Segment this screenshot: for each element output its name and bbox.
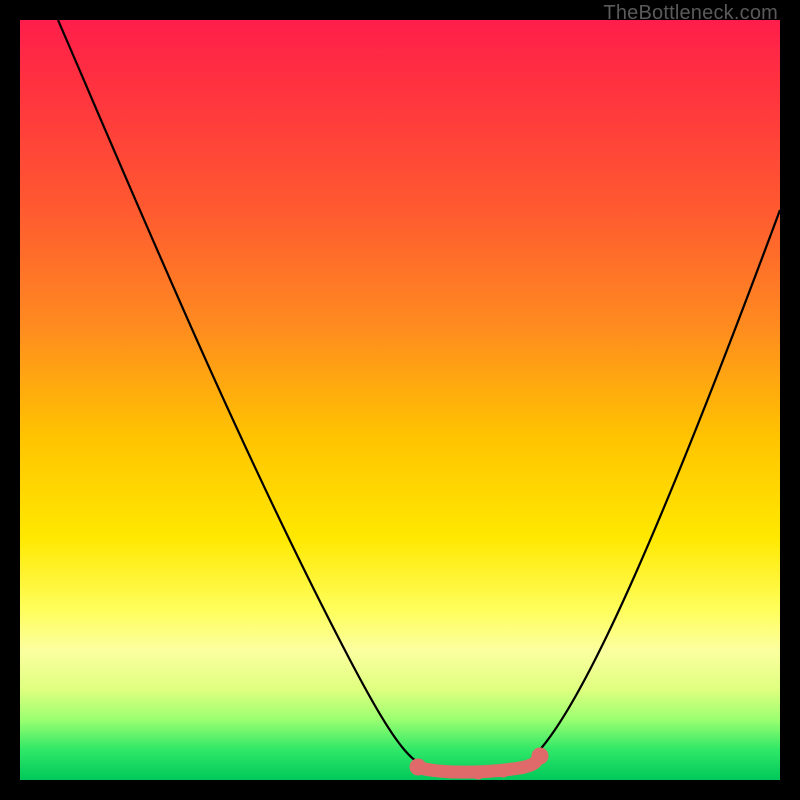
bottleneck-curve (58, 20, 780, 771)
plot-area (20, 20, 780, 780)
chart-svg (20, 20, 780, 780)
outer-frame: TheBottleneck.com (0, 0, 800, 800)
watermark-text: TheBottleneck.com (603, 2, 778, 25)
flat-region-markers (410, 748, 548, 779)
